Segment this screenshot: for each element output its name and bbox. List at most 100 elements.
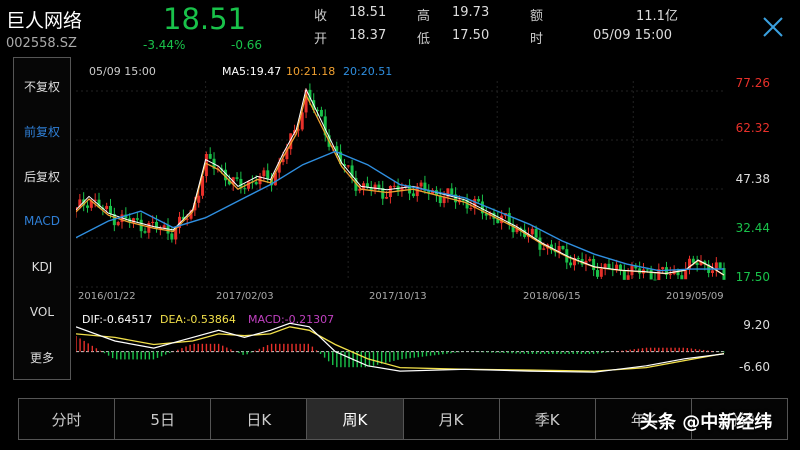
ma5-label: MA5:19.47 [222,65,282,78]
quote-value-time: 05/09 15:00 [593,28,673,43]
candle-body [411,193,415,197]
candle-body [668,274,672,276]
candle-body [243,188,247,190]
candle-body [197,195,201,203]
candle-body [262,170,266,177]
watermark-text: 头条 @中新经纬 [640,412,773,433]
y-tick-2: 62.32 [735,121,770,135]
tab-weekly[interactable]: 周K [307,399,404,439]
y-tick-3: 47.38 [735,172,770,186]
quote-value-open: 18.37 [349,28,387,43]
menu-item-more[interactable]: 更多 [14,349,70,366]
dea-line [76,326,725,372]
dif-line [76,322,725,373]
kline-svg [76,81,726,373]
candle-body [599,268,603,277]
candle-body [542,248,546,250]
quote-value-high: 19.73 [452,5,490,20]
quote-label-time: 时 [530,32,544,47]
current-price: 18.51 [163,2,247,36]
candle-body [362,183,366,189]
candle-body [649,269,653,280]
tab-quarterly[interactable]: 季K [500,399,596,439]
candle-body [105,205,109,209]
quote-label-open: 开 [314,32,328,47]
candle-body [162,225,166,229]
candle-body [530,228,534,235]
candle-body [653,279,657,281]
candle-body [469,208,473,210]
x-tick-2: 2017/02/03 [216,291,274,302]
ma10-label: 10:21.18 [286,65,336,78]
quote-value-amount: 11.1亿 [636,9,678,24]
candle-body [86,205,90,208]
quote-label-close: 收 [314,9,328,24]
stock-code: 002558.SZ [6,36,77,51]
macd-label: MACD:-0.21307 [248,313,335,326]
candle-body [135,218,139,220]
x-tick-5: 2019/05/09 [666,291,724,302]
ma20-label: 20:20.51 [343,65,393,78]
candle-body [377,184,381,188]
macd-y-top: 9.20 [743,318,770,332]
candle-body [392,185,396,187]
candle-body [319,109,323,117]
menu-item-backward-adjust[interactable]: 后复权 [14,168,70,185]
dif-label: DIF:-0.64517 [82,313,153,326]
candle-body [680,275,684,280]
candle-body [534,228,538,238]
quote-label-high: 高 [417,9,431,24]
candle-body [346,165,350,167]
candle-body [592,258,596,271]
candle-body [170,233,174,240]
candle-body [385,197,389,199]
candle-body [254,182,258,185]
quote-label-low: 低 [417,32,431,47]
candle-body [373,184,377,190]
candle-body [645,269,649,271]
price-change: -0.66 [231,38,263,52]
quote-header: 巨人网络 002558.SZ 18.51 -3.44% -0.66 收 18.5… [0,0,800,56]
menu-item-macd[interactable]: MACD [14,214,70,228]
kline-chart[interactable]: 05/09 15:00 MA5:19.47 10:21.18 20:20.51 … [76,57,800,387]
candle-body [695,262,699,265]
candle-body [615,264,619,270]
candle-body [676,269,680,276]
candle-body [266,170,270,180]
ma20-line [76,150,725,272]
chart-date: 05/09 15:00 [89,65,156,78]
candle-body [561,246,565,250]
percent-change: -3.44% [143,38,186,52]
tab-monthly[interactable]: 月K [404,399,500,439]
menu-item-no-adjust[interactable]: 不复权 [14,78,70,95]
quote-value-close: 18.51 [349,5,387,20]
candle-body [622,270,626,280]
menu-item-vol[interactable]: VOL [14,305,70,319]
candle-body [419,182,423,187]
candle-body [143,231,147,233]
close-icon[interactable] [760,14,786,40]
candle-body [235,177,239,179]
y-tick-1: 77.26 [735,76,770,90]
tab-intraday[interactable]: 分时 [19,399,116,439]
x-tick-3: 2017/10/13 [369,291,427,302]
candle-body [151,221,155,223]
menu-item-kdj[interactable]: KDJ [14,260,70,274]
tab-5day[interactable]: 5日 [115,399,212,439]
tab-daily[interactable]: 日K [211,399,308,439]
side-menu: 不复权 前复权 后复权 MACD KDJ VOL 更多 [13,57,71,380]
candle-body [661,267,665,270]
candle-body [109,205,113,214]
ma5-line [76,87,725,276]
quote-label-amount: 额 [530,9,544,24]
candle-body [569,262,573,266]
x-tick-1: 2016/01/22 [78,291,136,302]
candle-body [691,258,695,263]
candle-body [588,258,592,261]
candle-body [718,262,722,269]
x-tick-4: 2018/06/15 [523,291,581,302]
menu-item-forward-adjust[interactable]: 前复权 [14,123,70,140]
quote-value-low: 17.50 [452,28,490,43]
macd-y-bottom: -6.60 [738,360,770,374]
candle-body [595,270,599,277]
